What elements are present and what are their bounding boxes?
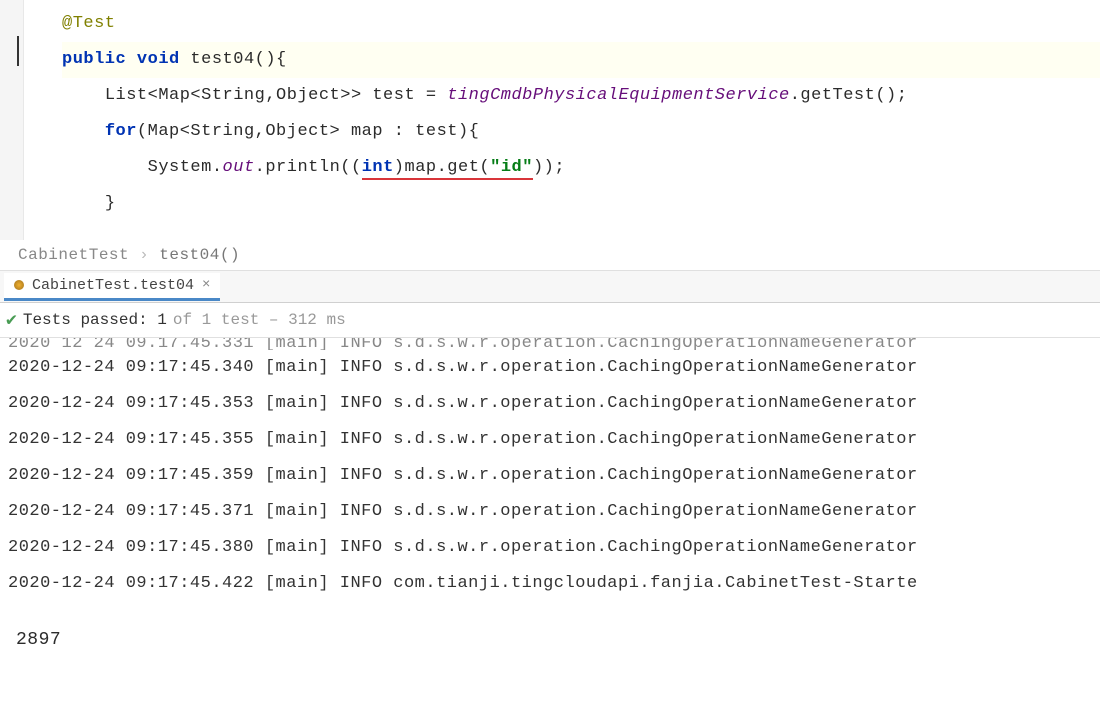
run-tab-label: CabinetTest.test04 [32,277,194,294]
caret-indicator [17,36,19,66]
code-token: )map.get( [394,158,490,180]
console-line: 2020-12-24 09:17:45.422 [main] INFO com.… [8,566,1100,602]
tests-detail-label: of 1 test – 312 ms [173,311,346,329]
code-token: (Map<String,Object> map : test){ [137,122,479,141]
code-editor[interactable]: @Test public void test04(){ List<Map<Str… [0,0,1100,240]
console-line: 2020-12-24 09:17:45.359 [main] INFO s.d.… [8,458,1100,494]
method-name-token: test04(){ [180,50,287,69]
breadcrumb-separator: › [139,246,149,264]
console-output-value: 2897 [8,602,1100,650]
console-line: 2020-12-24 09:17:45.355 [main] INFO s.d.… [8,422,1100,458]
field-token: tingCmdbPhysicalEquipmentService [447,86,789,105]
code-line[interactable]: System.out.println((int)map.get("id")); [62,150,1100,186]
annotation-token: @Test [62,14,116,33]
string-token: "id" [490,158,533,180]
close-icon[interactable]: × [202,277,210,293]
console-line: 2020-12-24 09:17:45.371 [main] INFO s.d.… [8,494,1100,530]
keyword-token: for [105,122,137,141]
check-icon: ✔ [6,309,17,331]
code-token: .getTest(); [790,86,908,105]
console-line: 2020-12-24 09:17:45.380 [main] INFO s.d.… [8,530,1100,566]
code-token: )); [533,158,565,177]
code-token: List<Map<String,Object>> test = [105,86,447,105]
code-token: .println(( [255,158,362,177]
code-line[interactable]: @Test [62,6,1100,42]
console-line: 2020 12 24 09.17.45.331 [main] INFO s.d.… [8,338,1100,350]
run-config-icon [14,280,24,290]
editor-gutter [0,0,24,240]
code-line[interactable]: } [62,186,1100,222]
run-tab[interactable]: CabinetTest.test04 × [4,273,220,301]
console-line: 2020-12-24 09:17:45.340 [main] INFO s.d.… [8,350,1100,386]
keyword-token: int [362,158,394,180]
breadcrumb-class[interactable]: CabinetTest [18,246,129,264]
console-line: 2020-12-24 09:17:45.353 [main] INFO s.d.… [8,386,1100,422]
test-status-bar: ✔ Tests passed: 1 of 1 test – 312 ms [0,303,1100,338]
code-line[interactable]: public void test04(){ [62,42,1100,78]
breadcrumb-method[interactable]: test04() [159,246,240,264]
run-tab-bar: CabinetTest.test04 × [0,271,1100,303]
static-field-token: out [223,158,255,177]
breadcrumb[interactable]: CabinetTest › test04() [0,240,1100,271]
console-output[interactable]: 2020 12 24 09.17.45.331 [main] INFO s.d.… [0,338,1100,650]
code-line[interactable]: List<Map<String,Object>> test = tingCmdb… [62,78,1100,114]
code-token: } [105,194,116,213]
code-line[interactable]: for(Map<String,Object> map : test){ [62,114,1100,150]
tests-passed-label: Tests passed: 1 [23,311,167,329]
code-token: System. [148,158,223,177]
keyword-token: void [137,50,180,69]
keyword-token: public [62,50,126,69]
